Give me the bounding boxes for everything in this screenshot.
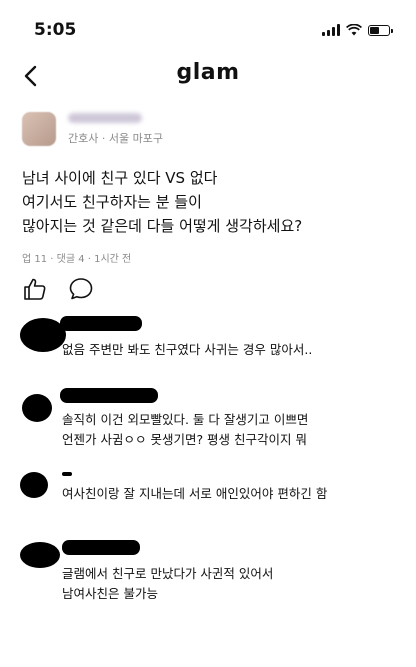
name-redacted (60, 388, 158, 403)
author-name-blurred (68, 112, 142, 123)
wifi-icon (346, 24, 362, 36)
comment-text: 없음 주변만 봐도 친구였다 사귀는 경우 많아서.. (62, 340, 312, 360)
thumbs-up-icon[interactable] (22, 276, 48, 302)
avatar-redacted (20, 472, 48, 498)
author-meta: 간호사 · 서울 마포구 (68, 131, 163, 145)
post-author: 간호사 · 서울 마포구 (22, 112, 163, 146)
comment-line: 남여사친은 불가능 (62, 586, 158, 601)
author-info: 간호사 · 서울 마포구 (68, 112, 163, 146)
post-title: 남녀 사이에 친구 있다 VS 없다 (22, 169, 218, 187)
name-redacted (62, 472, 72, 476)
name-redacted (62, 540, 140, 555)
status-icons (322, 24, 393, 36)
nav-bar: glam (0, 56, 416, 96)
avatar-redacted (22, 394, 52, 422)
post-body: 여기서도 친구하자는 분 들이 많아지는 것 같은데 다들 어떻게 생각하세요? (22, 190, 402, 238)
post-actions (22, 276, 94, 302)
avatar[interactable] (22, 112, 56, 146)
comment-line: 솔직히 이건 외모빨있다. 둘 다 잘생기고 이쁘면 (62, 412, 309, 427)
avatar-redacted (20, 542, 60, 568)
comment-text: 솔직히 이건 외모빨있다. 둘 다 잘생기고 이쁘면 언젠가 사귐ㅇㅇ 못생기면… (62, 410, 308, 450)
comment-line: 글램에서 친구로 만났다가 사귄적 있어서 (62, 566, 274, 581)
brand-logo: glam (176, 60, 240, 85)
status-bar: 5:05 (0, 0, 416, 56)
comment-text: 여사친이랑 잘 지내는데 서로 애인있어야 편하긴 함 (62, 484, 327, 504)
signal-icon (322, 24, 340, 36)
battery-icon (368, 24, 393, 36)
comment-line: 없음 주변만 봐도 친구였다 사귀는 경우 많아서.. (62, 342, 313, 357)
post-body-line: 많아지는 것 같은데 다들 어떻게 생각하세요? (22, 217, 303, 235)
comment-text: 글램에서 친구로 만났다가 사귄적 있어서 남여사친은 불가능 (62, 564, 273, 604)
name-redacted (60, 316, 142, 331)
speech-bubble-icon[interactable] (68, 276, 94, 302)
comment-line: 언젠가 사귐ㅇㅇ 못생기면? 평생 친구각이지 뭐 (62, 432, 308, 447)
status-time: 5:05 (34, 20, 77, 40)
post-body-line: 여기서도 친구하자는 분 들이 (22, 193, 202, 211)
comment-line: 여사친이랑 잘 지내는데 서로 애인있어야 편하긴 함 (62, 486, 328, 501)
post-stats: 업 11 · 댓글 4 · 1시간 전 (22, 254, 132, 265)
